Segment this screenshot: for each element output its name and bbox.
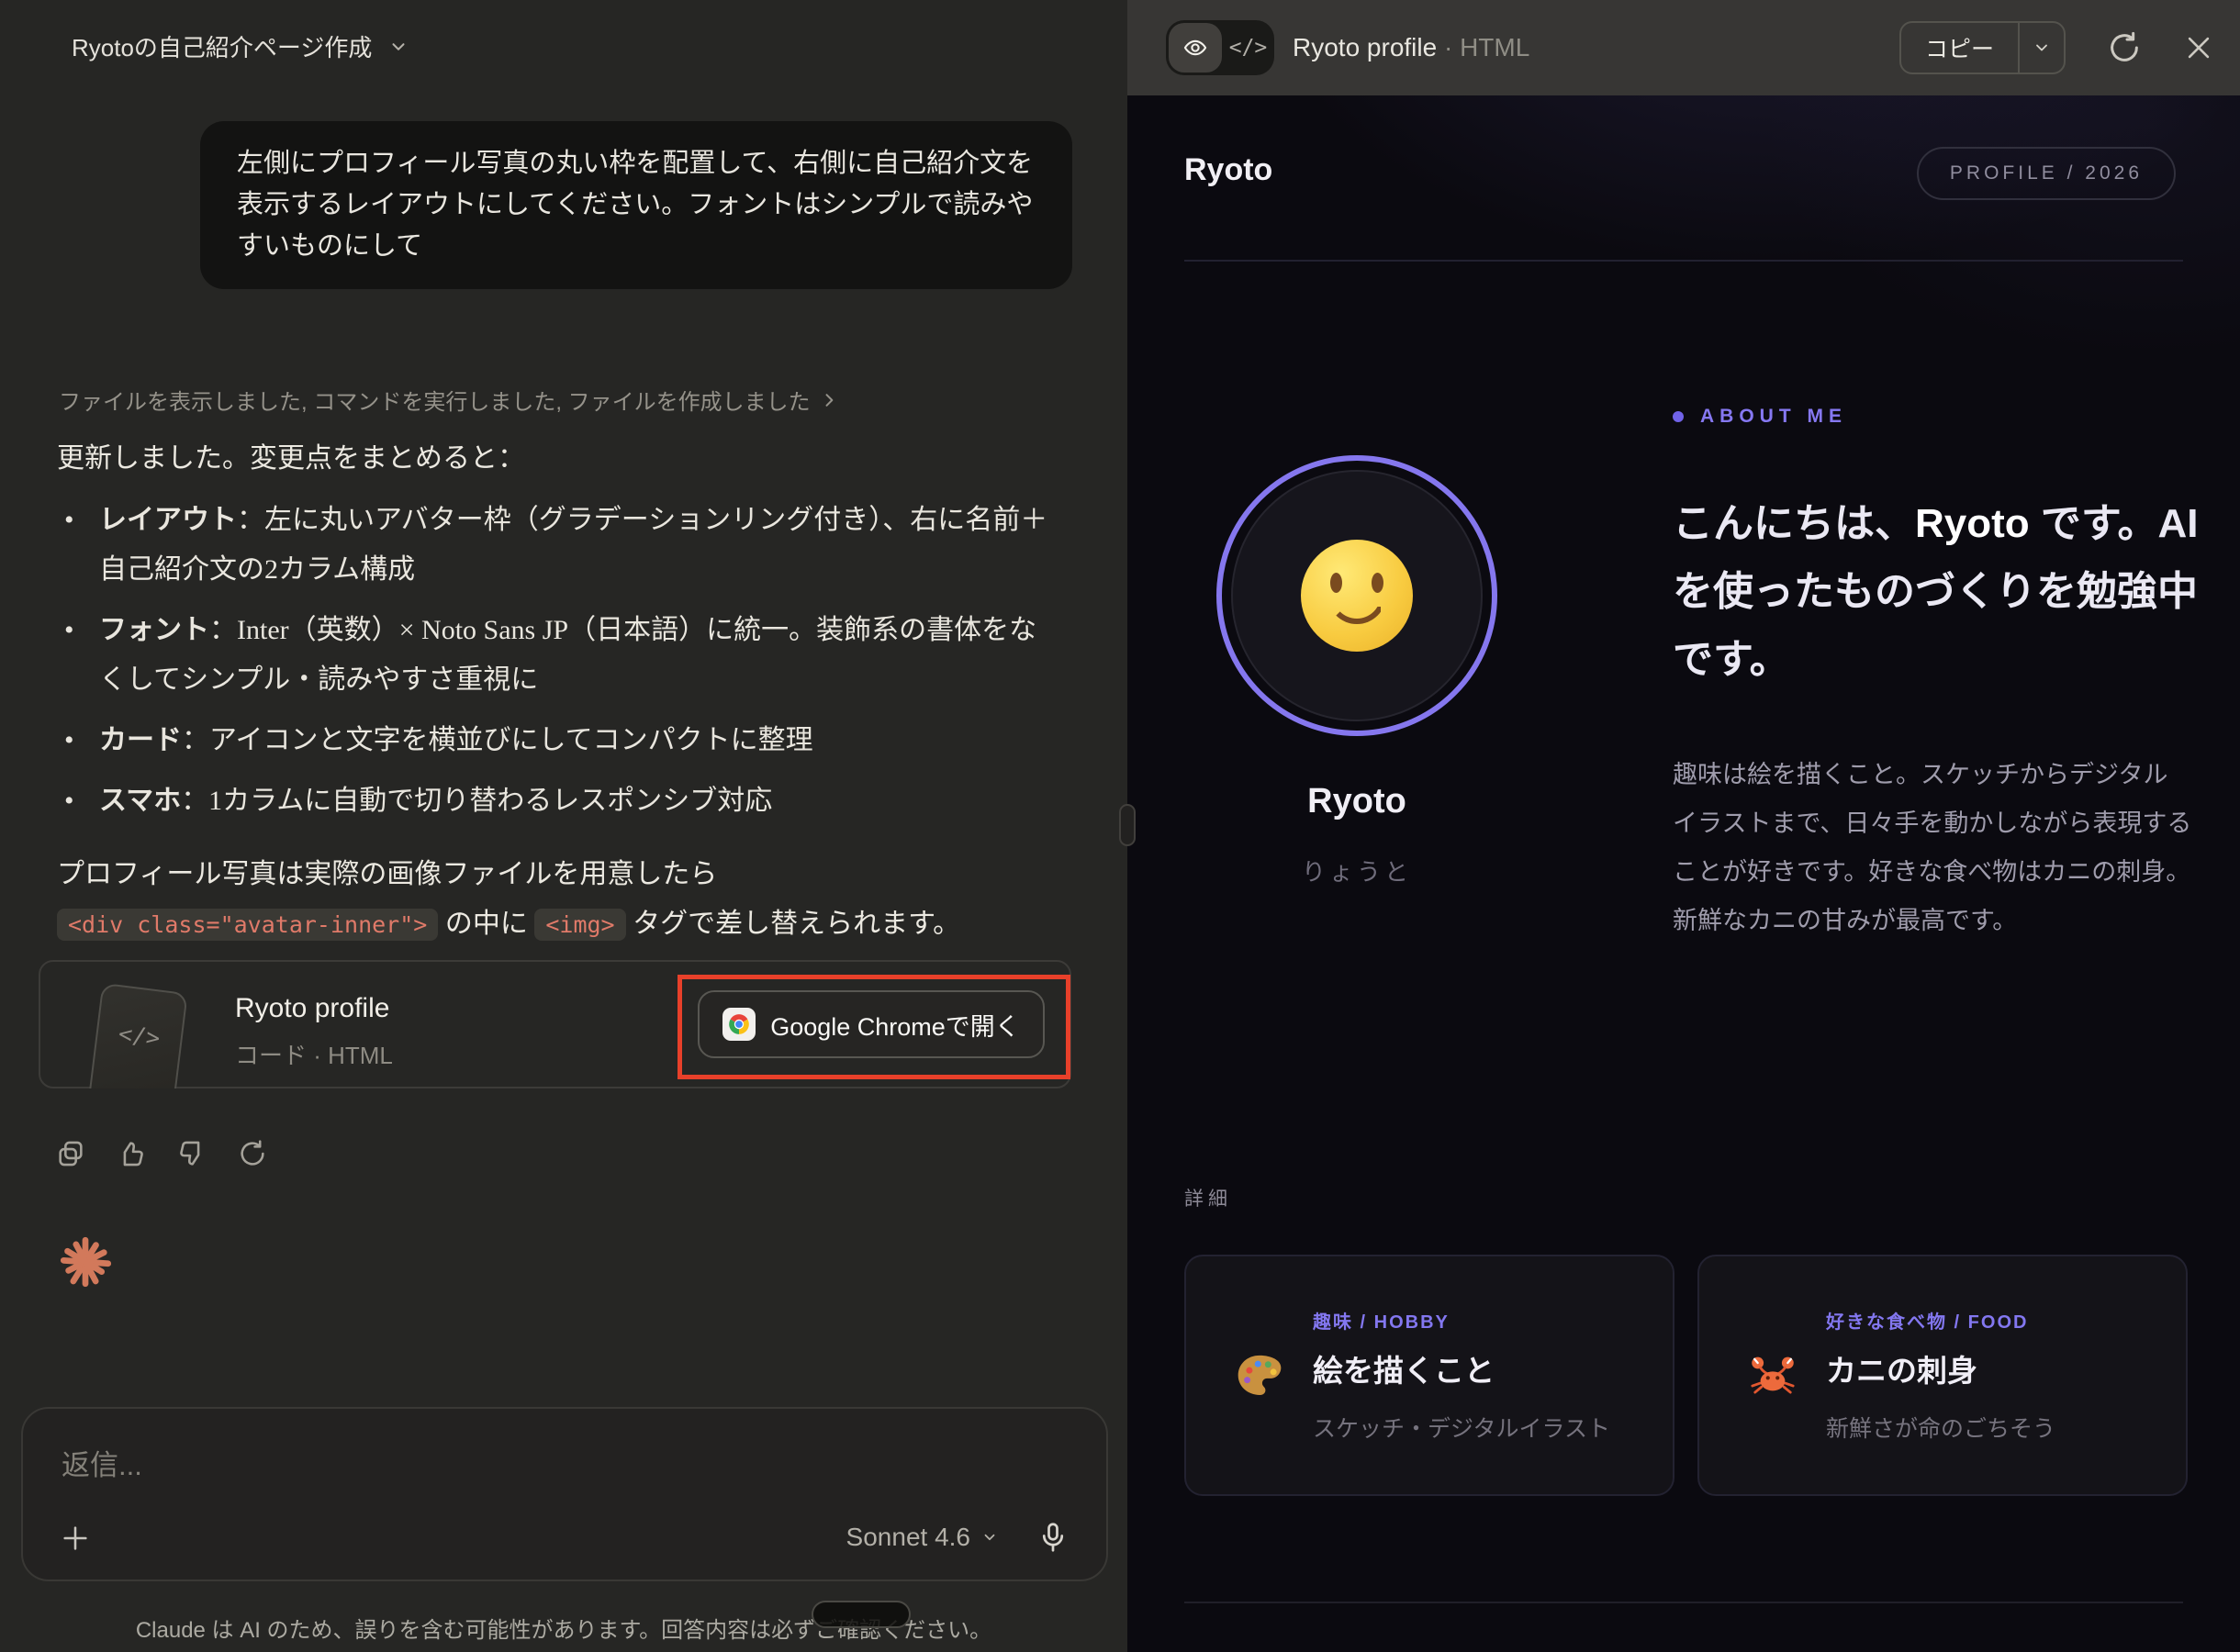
avatar-inner	[1231, 470, 1483, 721]
food-card: 好きな食べ物 / FOOD カニの刺身 新鮮さが命のごちそう	[1697, 1255, 2188, 1496]
profile-badge: PROFILE / 2026	[1917, 147, 2176, 200]
eye-icon[interactable]	[1169, 23, 1222, 73]
message-action-row	[53, 1136, 270, 1171]
artifact-header: </> Ryoto profile · HTML コピー	[1127, 0, 2240, 95]
inline-code-div: <div class="avatar-inner">	[57, 909, 438, 941]
panel-resize-handle[interactable]	[1119, 804, 1136, 846]
about-me-label: ABOUT ME	[1700, 406, 1847, 428]
artifact-preview-page: Ryoto PROFILE / 2026 Ryoto りょうと ABOUT ME…	[1127, 95, 2240, 1652]
retry-icon[interactable]	[235, 1136, 270, 1171]
reply-input[interactable]: 返信...	[62, 1442, 142, 1483]
inline-code-img: <img>	[534, 909, 625, 941]
avatar	[1216, 455, 1497, 736]
preview-code-toggle[interactable]: </>	[1166, 20, 1274, 75]
chat-panel: Ryotoの自己紹介ページ作成 左側にプロフィール写真の丸い枠を配置して、右側に…	[0, 0, 1127, 1652]
reply-composer[interactable]: 返信... Sonnet 4.6	[21, 1407, 1108, 1581]
assistant-closing-text: プロフィール写真は実際の画像ファイルを用意したら <div class="ava…	[57, 850, 1094, 950]
details-section-label: 詳細	[1184, 1184, 1232, 1211]
card-label: 好きな食べ物 / FOOD	[1826, 1307, 2055, 1334]
bullet-item-mobile: スマホ：1カラムに自動で切り替わるレスポンシブ対応	[57, 776, 1048, 826]
tool-steps-summary[interactable]: ファイルを表示しました, コマンドを実行しました, ファイルを作成しました	[59, 384, 838, 416]
plus-icon[interactable]	[56, 1519, 95, 1557]
chevron-down-icon	[981, 1529, 998, 1546]
artifact-subtitle: コード · HTML	[235, 1037, 393, 1071]
chat-title-label: Ryotoの自己紹介ページ作成	[72, 29, 372, 63]
bullet-dot-icon	[1673, 411, 1684, 422]
copy-button-group: コピー	[1899, 21, 2066, 74]
user-message-bubble: 左側にプロフィール写真の丸い枠を配置して、右側に自己紹介文を表示するレイアウトに…	[200, 121, 1072, 289]
bullet-item-card: カード：アイコンと文字を横並びにしてコンパクトに整理	[57, 716, 1048, 765]
model-name: Sonnet 4.6	[846, 1523, 970, 1552]
thumbs-up-icon[interactable]	[114, 1136, 149, 1171]
card-label: 趣味 / HOBBY	[1313, 1307, 1610, 1334]
thumbs-down-icon[interactable]	[174, 1136, 209, 1171]
assistant-intro-text: 更新しました。変更点をまとめると：	[57, 435, 525, 475]
microphone-icon[interactable]	[1036, 1521, 1070, 1554]
hobby-card: 趣味 / HOBBY 絵を描くこと スケッチ・デジタルイラスト	[1184, 1255, 1674, 1496]
page-logo: Ryoto	[1184, 152, 1272, 188]
crab-icon	[1747, 1350, 1798, 1401]
model-selector[interactable]: Sonnet 4.6	[846, 1523, 998, 1552]
bullet-item-layout: レイアウト：左に丸いアバター枠（グラデーションリング付き）、右に名前＋自己紹介文…	[57, 496, 1048, 595]
chevron-right-icon	[820, 391, 838, 409]
artifact-thumbnail: </>	[84, 982, 196, 1088]
artifact-title: Ryoto profile	[235, 993, 389, 1024]
artifact-header-title: Ryoto profile · HTML	[1293, 33, 1529, 62]
user-message-text: 左側にプロフィール写真の丸い枠を配置して、右側に自己紹介文を表示するレイアウトに…	[237, 149, 1033, 261]
hover-tooltip-pill	[812, 1601, 911, 1628]
close-icon[interactable]	[2183, 32, 2214, 63]
smiley-face-icon	[1301, 540, 1413, 652]
profile-bio: 趣味は絵を描くこと。スケッチからデジタルイラストまで、日々手を動かしながら表現す…	[1673, 751, 2192, 945]
open-in-chrome-button[interactable]: Google Chromeで開く	[698, 990, 1045, 1058]
chevron-down-icon[interactable]	[2020, 23, 2064, 73]
code-icon: </>	[85, 983, 188, 1088]
code-icon[interactable]: </>	[1222, 36, 1274, 60]
header-divider	[1184, 260, 2183, 262]
palette-icon	[1234, 1350, 1285, 1401]
copy-icon[interactable]	[53, 1136, 88, 1171]
card-subtitle: スケッチ・デジタルイラスト	[1313, 1411, 1610, 1444]
open-in-chrome-label: Google Chromeで開く	[770, 1007, 1020, 1043]
claude-asterisk-icon	[57, 1233, 114, 1290]
detail-cards-row: 趣味 / HOBBY 絵を描くこと スケッチ・デジタルイラスト	[1184, 1255, 2188, 1496]
card-subtitle: 新鮮さが命のごちそう	[1826, 1411, 2055, 1444]
chat-title-dropdown[interactable]: Ryotoの自己紹介ページ作成	[72, 29, 409, 63]
card-title: 絵を描くこと	[1313, 1346, 1610, 1390]
ai-disclaimer: Claude は AI のため、誤りを含む可能性があります。回答内容は必ずご確認…	[0, 1612, 1127, 1644]
artifact-panel: </> Ryoto profile · HTML コピー Ryoto PROFI…	[1127, 0, 2240, 1652]
profile-heading: こんにちは、Ryoto です。AIを使ったものづくりを勉強中です。	[1673, 490, 2216, 694]
footer-divider	[1184, 1602, 2183, 1603]
bullet-item-font: フォント：Inter（英数）× Noto Sans JP（日本語）に統一。装飾系…	[57, 606, 1048, 705]
chrome-icon	[722, 1008, 756, 1041]
profile-name: Ryoto	[1127, 782, 1586, 821]
assistant-bullet-list: レイアウト：左に丸いアバター枠（グラデーションリング付き）、右に名前＋自己紹介文…	[57, 496, 1048, 837]
refresh-icon[interactable]	[2106, 29, 2143, 66]
copy-button[interactable]: コピー	[1901, 23, 2018, 73]
chevron-down-icon	[388, 37, 409, 57]
about-me-label-row: ABOUT ME	[1673, 406, 1847, 428]
profile-name-kana: りょうと	[1127, 854, 1586, 887]
card-title: カニの刺身	[1826, 1346, 2055, 1390]
tool-steps-text: ファイルを表示しました, コマンドを実行しました, ファイルを作成しました	[59, 384, 811, 416]
